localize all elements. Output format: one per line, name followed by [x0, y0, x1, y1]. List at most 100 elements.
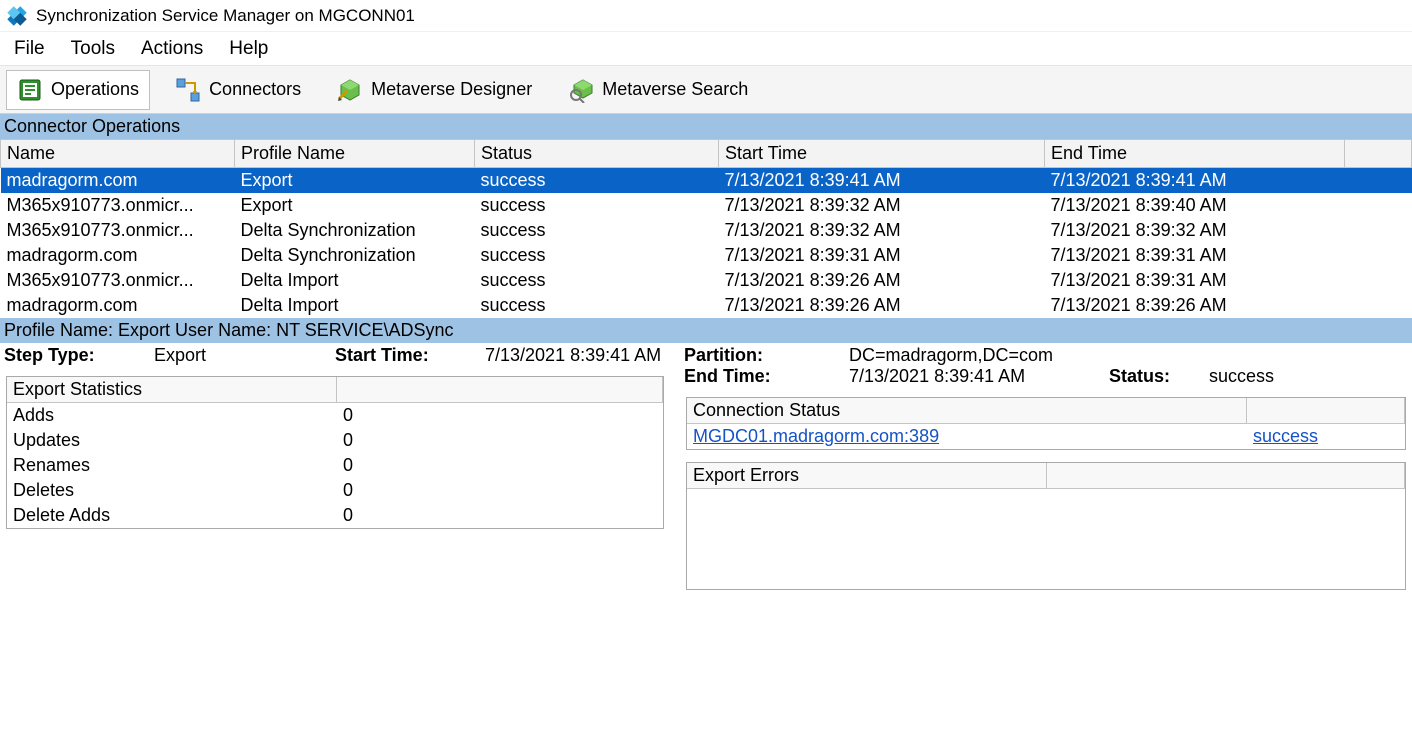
- end-time-value: 7/13/2021 8:39:41 AM: [849, 366, 1109, 387]
- cell-profile: Export: [235, 193, 475, 218]
- cell-name: madragorm.com: [1, 168, 235, 193]
- table-row[interactable]: M365x910773.onmicr... Export success 7/1…: [1, 193, 1412, 218]
- cell-end: 7/13/2021 8:39:40 AM: [1045, 193, 1345, 218]
- cell-status: success: [475, 268, 719, 293]
- col-header-start[interactable]: Start Time: [719, 140, 1045, 168]
- cell-profile: Delta Import: [235, 268, 475, 293]
- cell-end: 7/13/2021 8:39:41 AM: [1045, 168, 1345, 193]
- mvsearch-icon: [568, 77, 594, 103]
- cell-status: success: [475, 168, 719, 193]
- stat-label: Deletes: [13, 480, 343, 501]
- stat-value: 0: [343, 505, 657, 526]
- start-time-label: Start Time:: [335, 345, 485, 366]
- start-time-value: 7/13/2021 8:39:41 AM: [485, 345, 666, 366]
- stat-row: Renames 0: [7, 453, 663, 478]
- cell-status: success: [475, 193, 719, 218]
- connection-status-header[interactable]: Connection Status: [687, 398, 1247, 423]
- connector-operations-header: Connector Operations: [0, 114, 1412, 139]
- connection-result-link[interactable]: success: [1253, 426, 1318, 446]
- toolbar-mvsearch-label: Metaverse Search: [602, 79, 748, 100]
- col-header-end[interactable]: End Time: [1045, 140, 1345, 168]
- menu-actions[interactable]: Actions: [137, 34, 207, 64]
- stat-row: Updates 0: [7, 428, 663, 453]
- cell-start: 7/13/2021 8:39:26 AM: [719, 293, 1045, 318]
- end-time-label: End Time:: [684, 366, 849, 387]
- menu-tools[interactable]: Tools: [67, 34, 119, 64]
- col-header-profile[interactable]: Profile Name: [235, 140, 475, 168]
- operations-table[interactable]: Name Profile Name Status Start Time End …: [0, 139, 1412, 318]
- toolbar: Operations Connectors Metaverse Designer…: [0, 66, 1412, 114]
- table-row[interactable]: madragorm.com Delta Import success 7/13/…: [1, 293, 1412, 318]
- menubar: File Tools Actions Help: [0, 32, 1412, 66]
- cell-end: 7/13/2021 8:39:31 AM: [1045, 243, 1345, 268]
- export-statistics-header-value[interactable]: [337, 377, 663, 402]
- stat-label: Updates: [13, 430, 343, 451]
- toolbar-operations[interactable]: Operations: [6, 70, 150, 110]
- export-errors-header[interactable]: Export Errors: [687, 463, 1047, 488]
- toolbar-operations-label: Operations: [51, 79, 139, 100]
- connection-status-header-2[interactable]: [1247, 398, 1405, 423]
- cell-name: M365x910773.onmicr...: [1, 218, 235, 243]
- status-value: success: [1209, 366, 1274, 387]
- operations-icon: [17, 77, 43, 103]
- table-row[interactable]: madragorm.com Export success 7/13/2021 8…: [1, 168, 1412, 193]
- titlebar: Synchronization Service Manager on MGCON…: [0, 0, 1412, 32]
- cell-start: 7/13/2021 8:39:32 AM: [719, 193, 1045, 218]
- cell-name: madragorm.com: [1, 293, 235, 318]
- cell-end: 7/13/2021 8:39:26 AM: [1045, 293, 1345, 318]
- operations-table-wrap: Name Profile Name Status Start Time End …: [0, 139, 1412, 318]
- toolbar-connectors-label: Connectors: [209, 79, 301, 100]
- export-errors-body: [687, 489, 1405, 589]
- step-type-label: Step Type:: [4, 345, 154, 366]
- menu-help[interactable]: Help: [225, 34, 272, 64]
- cell-status: success: [475, 243, 719, 268]
- window-title: Synchronization Service Manager on MGCON…: [36, 6, 415, 26]
- export-errors-header-2[interactable]: [1047, 463, 1405, 488]
- stat-value: 0: [343, 405, 657, 426]
- stat-value: 0: [343, 455, 657, 476]
- cell-status: success: [475, 293, 719, 318]
- table-row[interactable]: M365x910773.onmicr... Delta Synchronizat…: [1, 218, 1412, 243]
- cell-start: 7/13/2021 8:39:31 AM: [719, 243, 1045, 268]
- cell-status: success: [475, 218, 719, 243]
- connection-host-link[interactable]: MGDC01.madragorm.com:389: [693, 426, 939, 446]
- app-icon: [6, 5, 28, 27]
- export-statistics-header[interactable]: Export Statistics: [7, 377, 337, 402]
- toolbar-metaverse-designer[interactable]: Metaverse Designer: [326, 70, 543, 110]
- toolbar-metaverse-search[interactable]: Metaverse Search: [557, 70, 759, 110]
- cell-start: 7/13/2021 8:39:41 AM: [719, 168, 1045, 193]
- stat-row: Delete Adds 0: [7, 503, 663, 528]
- col-header-tail[interactable]: [1345, 140, 1412, 168]
- menu-file[interactable]: File: [10, 34, 49, 64]
- mvdesigner-icon: [337, 77, 363, 103]
- cell-profile: Delta Synchronization: [235, 243, 475, 268]
- stat-label: Adds: [13, 405, 343, 426]
- export-errors-table: Export Errors: [686, 462, 1406, 590]
- cell-name: M365x910773.onmicr...: [1, 268, 235, 293]
- step-type-value: Export: [154, 345, 335, 366]
- connection-row[interactable]: MGDC01.madragorm.com:389 success: [687, 424, 1405, 449]
- col-header-name[interactable]: Name: [1, 140, 235, 168]
- detail-right: Partition: DC=madragorm,DC=com End Time:…: [680, 343, 1412, 590]
- table-row[interactable]: madragorm.com Delta Synchronization succ…: [1, 243, 1412, 268]
- table-row[interactable]: M365x910773.onmicr... Delta Import succe…: [1, 268, 1412, 293]
- detail-left: Step Type: Export Start Time: 7/13/2021 …: [0, 343, 680, 590]
- stat-row: Adds 0: [7, 403, 663, 428]
- cell-end: 7/13/2021 8:39:32 AM: [1045, 218, 1345, 243]
- partition-label: Partition:: [684, 345, 849, 366]
- toolbar-connectors[interactable]: Connectors: [164, 70, 312, 110]
- cell-end: 7/13/2021 8:39:31 AM: [1045, 268, 1345, 293]
- cell-profile: Delta Import: [235, 293, 475, 318]
- col-header-status[interactable]: Status: [475, 140, 719, 168]
- cell-name: M365x910773.onmicr...: [1, 193, 235, 218]
- cell-profile: Export: [235, 168, 475, 193]
- stat-value: 0: [343, 430, 657, 451]
- connectors-icon: [175, 77, 201, 103]
- cell-start: 7/13/2021 8:39:32 AM: [719, 218, 1045, 243]
- detail-pane: Step Type: Export Start Time: 7/13/2021 …: [0, 343, 1412, 590]
- partition-value: DC=madragorm,DC=com: [849, 345, 1053, 366]
- status-label: Status:: [1109, 366, 1209, 387]
- detail-bar: Profile Name: Export User Name: NT SERVI…: [0, 318, 1412, 343]
- stat-row: Deletes 0: [7, 478, 663, 503]
- stat-label: Renames: [13, 455, 343, 476]
